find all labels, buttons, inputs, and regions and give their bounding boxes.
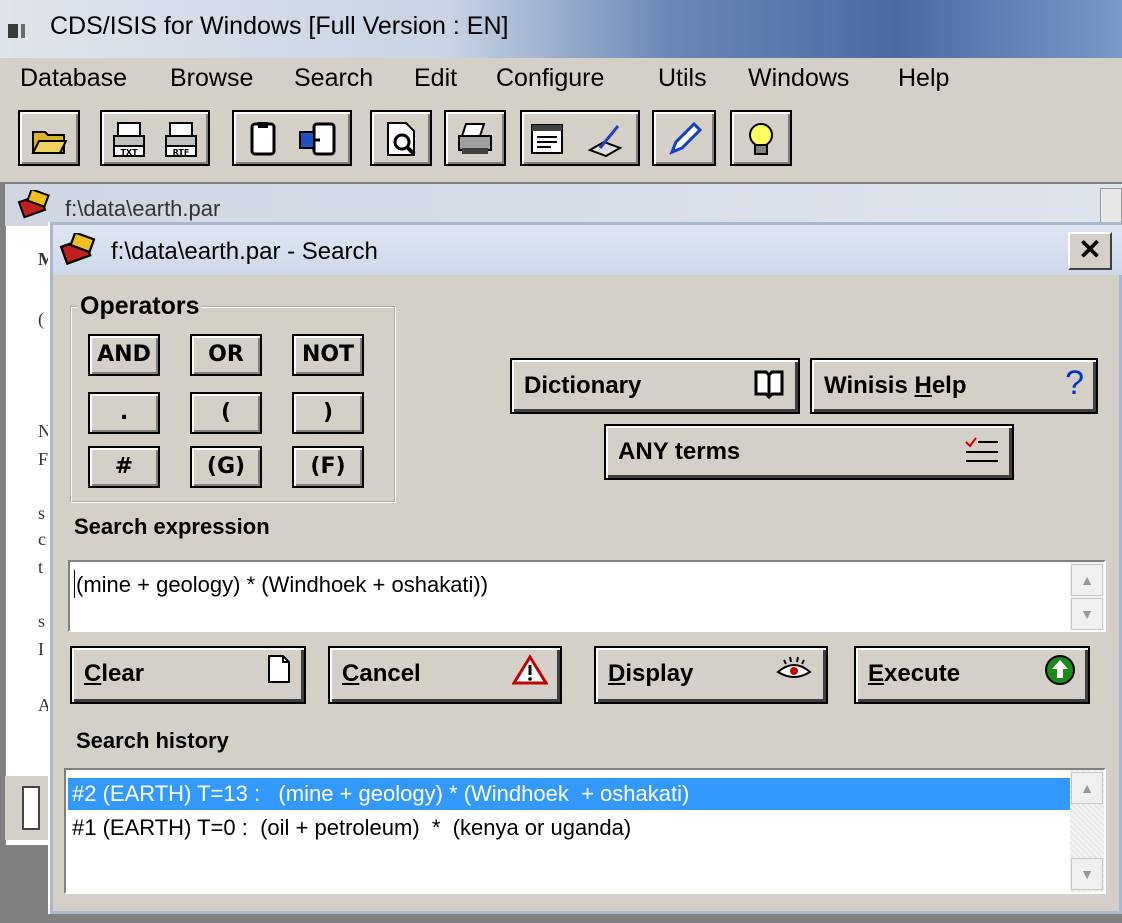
go-arrow-icon — [1044, 654, 1076, 694]
scroll-down-icon[interactable]: ▼ — [1071, 858, 1103, 890]
op-g-button[interactable]: (G) — [190, 446, 262, 488]
print-rtf-icon[interactable]: RTF — [162, 120, 200, 158]
execute-button[interactable]: Execute — [854, 646, 1090, 704]
clear-button[interactable]: Clear — [70, 646, 306, 704]
any-terms-label: ANY terms — [618, 438, 741, 465]
search-history-label: Search history — [76, 728, 229, 753]
search-expression-text: (mine + geology) * (Windhoek + oshakati)… — [76, 572, 489, 597]
op-open-paren-button[interactable]: ( — [190, 392, 262, 434]
history-scrollbar[interactable]: ▲ ▼ — [1070, 770, 1104, 892]
menu-utils[interactable]: Utils — [658, 64, 707, 93]
form-group — [520, 110, 640, 166]
child-title: f:\data\earth.par — [65, 196, 221, 221]
dictionary-button[interactable]: Dictionary — [510, 358, 800, 414]
winisis-help-label: Winisis Help — [824, 372, 967, 399]
tip-button[interactable] — [730, 110, 792, 166]
checklist-icon — [964, 436, 1000, 474]
find-button[interactable] — [370, 110, 432, 166]
child-text: t — [38, 557, 44, 577]
dialog-title-bar: f:\data\earth.par - Search — [53, 225, 1122, 275]
find-icon — [382, 120, 420, 158]
app-title-bar: CDS/ISIS for Windows [Full Version : EN] — [0, 0, 1122, 58]
cancel-button[interactable]: Cancel — [328, 646, 562, 704]
edit-button[interactable] — [652, 110, 716, 166]
print-group: TXT RTF — [100, 110, 210, 166]
svg-text:RTF: RTF — [173, 148, 190, 157]
expr-scrollbar[interactable]: ▲ ▼ — [1070, 562, 1104, 630]
clipboard-icon[interactable] — [244, 120, 282, 158]
display-label: Display — [608, 660, 694, 687]
print-button[interactable] — [444, 110, 506, 166]
child-minimize-button[interactable] — [1100, 188, 1122, 224]
scroll-up-icon[interactable]: ▲ — [1071, 772, 1103, 804]
child-title-bar: f:\data\earth.par — [5, 184, 1122, 226]
app-title: CDS/ISIS for Windows [Full Version : EN] — [50, 12, 509, 40]
scroll-up-icon[interactable]: ▲ — [1071, 564, 1103, 596]
close-icon: ✕ — [1078, 234, 1102, 265]
cancel-label: Cancel — [342, 660, 421, 687]
child-text: s — [38, 611, 46, 631]
search-expression-label: Search expression — [74, 514, 270, 539]
database-icon — [59, 231, 99, 272]
op-and-button[interactable]: AND — [88, 334, 160, 376]
clear-label: Clear — [84, 660, 145, 687]
child-text: ( — [38, 309, 44, 329]
op-hash-button[interactable]: # — [88, 446, 160, 488]
menu-database[interactable]: Database — [20, 64, 127, 93]
child-text: F — [38, 449, 49, 469]
op-not-button[interactable]: NOT — [292, 334, 364, 376]
menu-help[interactable]: Help — [898, 64, 949, 93]
menu-windows[interactable]: Windows — [748, 64, 849, 93]
dictionary-label: Dictionary — [524, 372, 642, 399]
clipboard-copy-icon[interactable] — [298, 120, 336, 158]
app-icon — [8, 24, 38, 38]
lightbulb-icon — [742, 120, 780, 158]
pencil-icon — [666, 120, 704, 158]
clipboard-group — [232, 110, 352, 166]
display-button[interactable]: Display — [594, 646, 828, 704]
execute-label: Execute — [868, 660, 961, 687]
open-folder-icon — [30, 120, 68, 158]
close-button[interactable]: ✕ — [1068, 232, 1112, 270]
svg-text:TXT: TXT — [120, 148, 138, 157]
menu-configure[interactable]: Configure — [496, 64, 604, 93]
menu-browse[interactable]: Browse — [170, 64, 253, 93]
history-item[interactable]: #1 (EARTH) T=0 : (oil + petroleum) * (ke… — [72, 812, 631, 844]
eye-icon — [774, 654, 814, 692]
menu-bar: Database Browse Search Edit Configure Ut… — [0, 58, 1122, 100]
op-dot-button[interactable]: . — [88, 392, 160, 434]
printer-icon — [456, 120, 494, 158]
menu-edit[interactable]: Edit — [414, 64, 457, 93]
text-cursor — [74, 570, 75, 598]
edit-record-icon[interactable] — [586, 120, 624, 158]
warning-icon — [511, 654, 549, 694]
op-close-paren-button[interactable]: ) — [292, 392, 364, 434]
any-terms-button[interactable]: ANY terms — [604, 424, 1014, 480]
op-f-button[interactable]: (F) — [292, 446, 364, 488]
search-expression-input[interactable]: (mine + geology) * (Windhoek + oshakati)… — [68, 560, 1106, 632]
operators-legend: Operators — [80, 292, 200, 320]
scroll-down-icon[interactable]: ▼ — [1071, 598, 1103, 630]
child-text: c — [38, 529, 46, 549]
menu-search[interactable]: Search — [294, 64, 373, 93]
form-icon[interactable] — [528, 120, 566, 158]
help-icon: ? — [1065, 364, 1084, 402]
op-or-button[interactable]: OR — [190, 334, 262, 376]
status-box — [22, 786, 40, 830]
dialog-title: f:\data\earth.par - Search — [111, 238, 378, 265]
child-text: s — [38, 503, 46, 523]
new-page-icon — [266, 654, 292, 692]
open-database-button[interactable] — [18, 110, 80, 166]
toolbar: TXT RTF — [0, 100, 1122, 180]
winisis-help-button[interactable]: Winisis Help ? — [810, 358, 1098, 414]
history-item-selected[interactable]: #2 (EARTH) T=13 : (mine + geology) * (Wi… — [68, 778, 1074, 810]
print-txt-icon[interactable]: TXT — [110, 120, 148, 158]
database-icon — [17, 188, 53, 225]
search-history-list[interactable]: #2 (EARTH) T=13 : (mine + geology) * (Wi… — [64, 768, 1106, 894]
child-text: I — [38, 639, 44, 659]
book-icon — [752, 366, 786, 408]
